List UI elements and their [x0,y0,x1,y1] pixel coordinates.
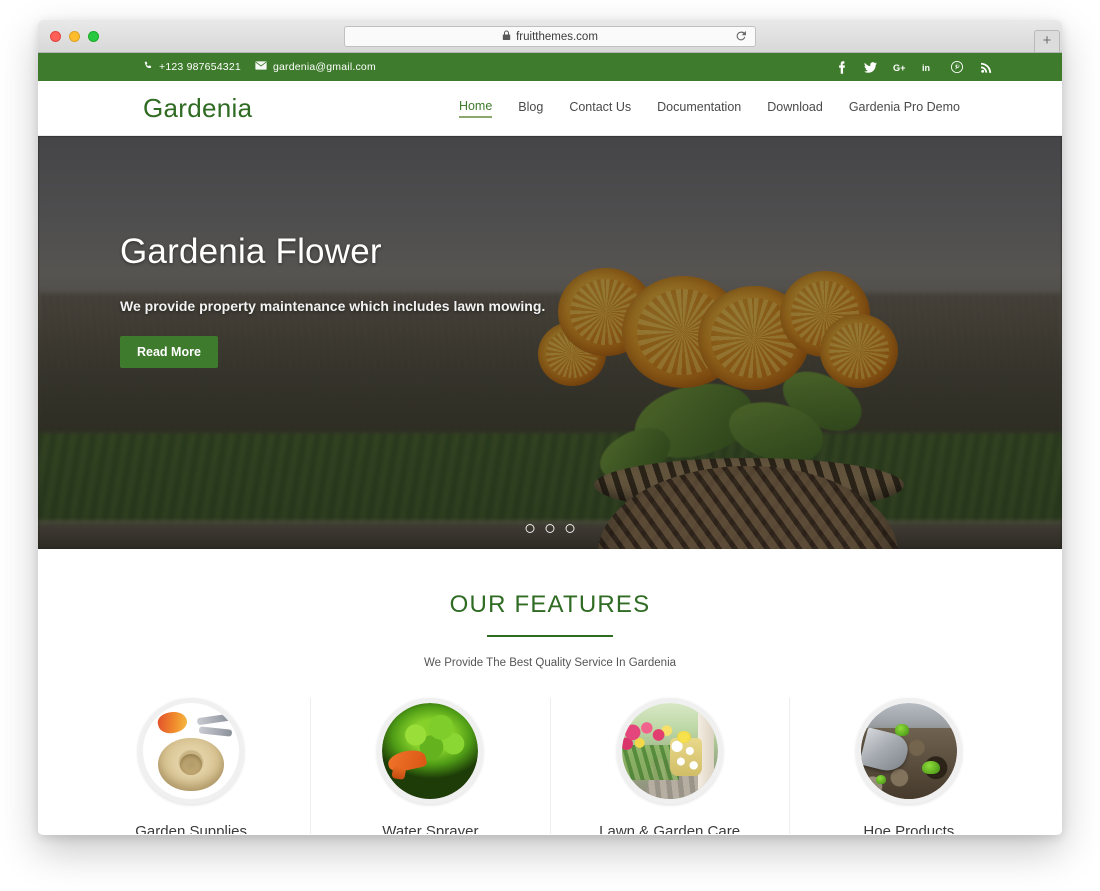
nav-item-documentation[interactable]: Documentation [657,100,741,117]
feature-title: Lawn & Garden Care [599,823,741,834]
garden-supplies-image [138,698,245,804]
address-bar[interactable]: fruitthemes.com [344,26,756,47]
reload-icon[interactable] [735,30,747,44]
feature-card-lawn-garden-care[interactable]: Lawn & Garden Care Lorem ipsum dolor sit… [551,698,790,834]
hero-slider: Gardenia Flower We provide property main… [38,136,1062,549]
read-more-button[interactable]: Read More [120,336,218,368]
social-links: G+ in [835,60,992,74]
sprout-shape [876,775,886,784]
browser-window: fruitthemes.com + +123 987654321 gardeni… [38,20,1062,835]
feature-title: Garden Supplies [135,823,247,834]
rss-icon[interactable] [980,62,992,73]
site-logo[interactable]: Gardenia [143,93,252,124]
nav-item-blog[interactable]: Blog [518,100,543,117]
feature-card-hoe-products[interactable]: Hoe Products Lorem ipsum dolor sit amet,… [790,698,1028,834]
water-sprayer-image [377,698,484,804]
features-heading-underline [487,635,613,637]
hero-content: Gardenia Flower We provide property main… [120,232,545,368]
slider-dot-3[interactable] [565,524,575,533]
feature-title: Water Sprayer [382,823,479,834]
hero-title: Gardenia Flower [120,232,382,271]
google-plus-icon[interactable]: G+ [893,62,905,73]
sprout-shape [895,724,909,736]
features-section: OUR FEATURES We Provide The Best Quality… [38,549,1062,834]
linkedin-icon[interactable]: in [922,62,934,73]
features-subheading: We Provide The Best Quality Service In G… [423,657,677,669]
shears-shape [198,726,232,737]
page-viewport: +123 987654321 gardenia@gmail.com G+ in … [38,53,1062,834]
lawn-garden-care-image [616,698,723,804]
hoe-products-image [855,698,962,804]
window-controls [38,30,99,42]
features-grid: Garden Supplies Lorem ipsum dolor sit am… [38,698,1062,834]
hero-subtitle: We provide property maintenance which in… [120,298,546,314]
close-window-button[interactable] [50,30,61,42]
nav-item-home[interactable]: Home [458,99,493,118]
site-header: Gardenia Home Blog Contact Us Documentat… [38,81,1062,136]
maximize-window-button[interactable] [88,30,99,42]
phone-item[interactable]: +123 987654321 [143,61,241,74]
contact-topbar: +123 987654321 gardenia@gmail.com G+ in [38,53,1062,81]
feature-card-garden-supplies[interactable]: Garden Supplies Lorem ipsum dolor sit am… [72,698,312,834]
svg-text:G+: G+ [893,62,905,72]
address-bar-url: fruitthemes.com [516,30,598,43]
lock-icon [502,30,511,44]
sprout-shape [922,760,940,775]
straw-hat-shape [158,737,224,792]
nav-item-download[interactable]: Download [767,100,823,117]
shears-shape [196,714,230,726]
email-address: gardenia@gmail.com [272,61,376,73]
polka-dot-bag-shape [669,731,703,776]
slider-dot-2[interactable] [545,524,555,533]
feature-card-water-sprayer[interactable]: Water Sprayer Lorem ipsum dolor sit amet… [311,698,551,834]
contact-info-group: +123 987654321 gardenia@gmail.com [143,61,376,74]
nav-item-contact-us[interactable]: Contact Us [569,100,631,117]
slider-dot-1[interactable] [525,524,535,533]
feature-title: Hoe Products [863,823,955,834]
minimize-window-button[interactable] [69,30,80,42]
twitter-icon[interactable] [864,61,877,73]
slider-pagination [525,524,575,533]
envelope-icon [255,61,267,73]
browser-titlebar: fruitthemes.com + [38,20,1062,53]
phone-icon [143,61,153,74]
page-root: fruitthemes.com + +123 987654321 gardeni… [0,0,1100,891]
facebook-icon[interactable] [835,60,847,74]
main-navigation: Home Blog Contact Us Documentation Downl… [458,99,960,118]
svg-text:in: in [922,62,930,72]
new-tab-button[interactable]: + [1034,30,1060,52]
nav-item-gardenia-pro-demo[interactable]: Gardenia Pro Demo [849,100,960,117]
features-heading: OUR FEATURES [449,591,651,618]
email-item[interactable]: gardenia@gmail.com [255,61,376,73]
gloves-shape [156,708,190,736]
pinterest-icon[interactable] [951,61,963,73]
phone-number: +123 987654321 [159,61,241,73]
